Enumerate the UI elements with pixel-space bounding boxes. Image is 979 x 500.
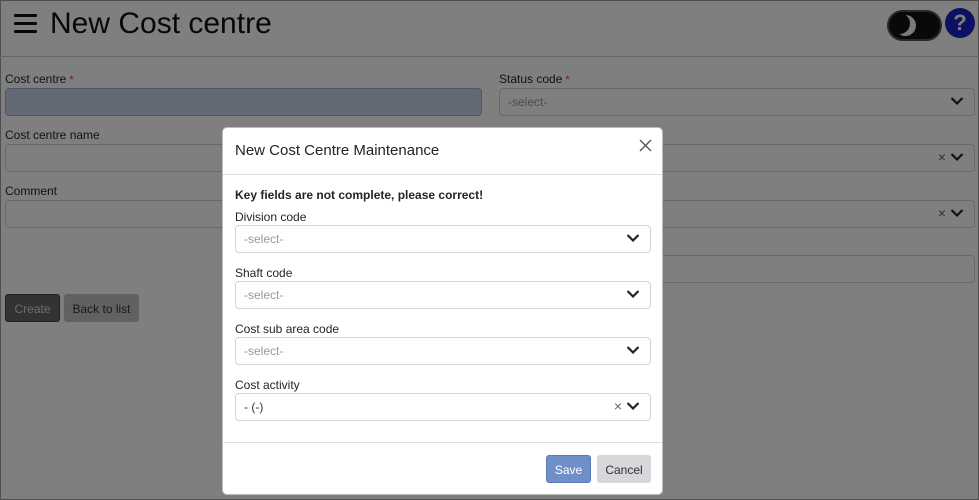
validation-error: Key fields are not complete, please corr… [235,188,484,202]
cancel-button[interactable]: Cancel [597,455,651,483]
chevron-down-icon [626,346,640,355]
modal-title: New Cost Centre Maintenance [235,142,440,159]
chevron-down-icon [626,402,640,411]
close-icon[interactable] [639,139,652,152]
cost-activity-select[interactable]: - (-) × [235,393,651,421]
cost-sub-area-code-select[interactable]: -select- [235,337,651,365]
shaft-code-label: Shaft code [235,266,293,280]
clear-icon[interactable]: × [614,399,622,413]
shaft-code-placeholder: -select- [244,288,284,302]
chevron-down-icon [626,234,640,243]
cost-sub-area-placeholder: -select- [244,344,284,358]
cost-activity-label: Cost activity [235,378,300,392]
modal-header-divider [223,174,662,175]
save-button[interactable]: Save [546,455,591,483]
cost-sub-area-code-label: Cost sub area code [235,322,340,336]
cost-activity-value: - (-) [244,400,264,414]
division-code-placeholder: -select- [244,232,284,246]
division-code-label: Division code [235,210,307,224]
shaft-code-select[interactable]: -select- [235,281,651,309]
modal-footer-divider [223,442,662,443]
modal-dialog: New Cost Centre Maintenance Key fields a… [222,127,663,495]
chevron-down-icon [626,290,640,299]
division-code-select[interactable]: -select- [235,225,651,253]
